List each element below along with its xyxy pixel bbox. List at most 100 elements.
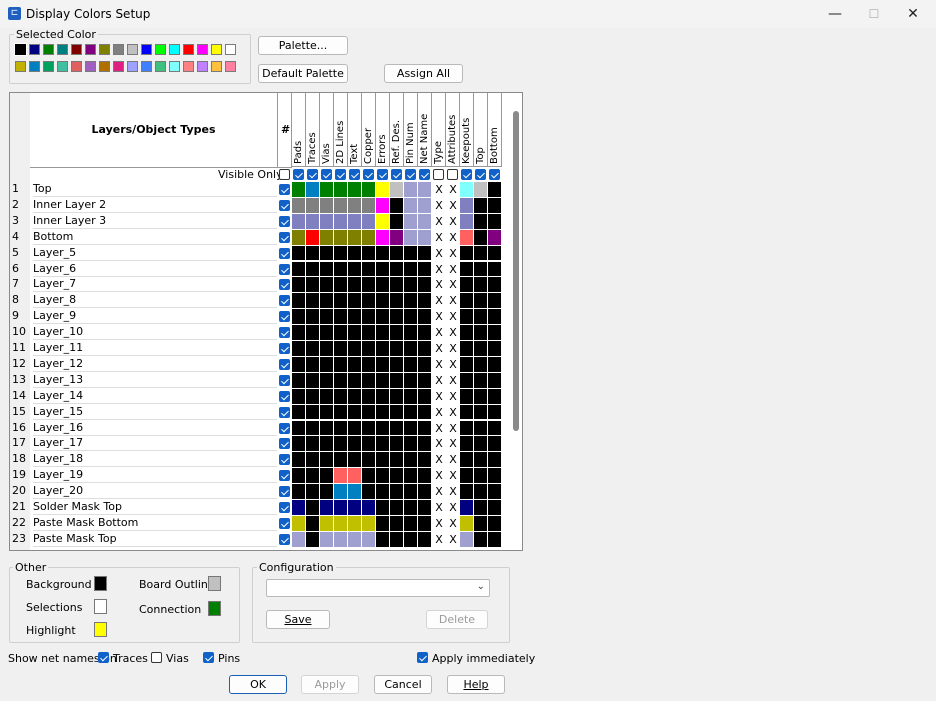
color-cell[interactable]: [306, 356, 320, 373]
color-cell[interactable]: [348, 277, 362, 294]
color-cell[interactable]: [376, 182, 390, 198]
palette-swatch[interactable]: [211, 44, 222, 55]
color-cell[interactable]: [474, 500, 488, 516]
color-cell[interactable]: [404, 325, 418, 341]
color-cell[interactable]: [376, 515, 390, 532]
layer-visible-checkbox[interactable]: [279, 438, 290, 450]
color-cell[interactable]: [376, 277, 390, 294]
color-cell[interactable]: [474, 229, 488, 246]
color-cell[interactable]: [320, 420, 334, 437]
color-cell[interactable]: [460, 229, 474, 246]
color-cell[interactable]: [306, 309, 320, 326]
color-cell[interactable]: [474, 293, 488, 310]
column-visible-checkbox[interactable]: [377, 169, 388, 180]
color-cell[interactable]: [418, 372, 432, 389]
color-cell[interactable]: [404, 277, 418, 294]
layer-visible-checkbox[interactable]: [279, 470, 290, 482]
color-cell[interactable]: [348, 309, 362, 326]
color-cell[interactable]: [460, 515, 474, 532]
palette-swatch[interactable]: [155, 61, 166, 72]
color-cell[interactable]: [292, 277, 306, 294]
visible-only-checkbox[interactable]: [279, 169, 290, 180]
color-cell[interactable]: [320, 213, 334, 230]
color-cell[interactable]: [292, 245, 306, 262]
color-cell[interactable]: [362, 261, 376, 278]
delete-button[interactable]: Delete: [426, 610, 488, 629]
color-cell[interactable]: [488, 309, 502, 326]
color-cell[interactable]: [404, 436, 418, 453]
color-cell[interactable]: [348, 388, 362, 405]
color-cell[interactable]: [460, 500, 474, 516]
column-visible-checkbox[interactable]: [335, 169, 346, 180]
color-cell[interactable]: [488, 277, 502, 294]
color-cell[interactable]: [390, 515, 404, 532]
color-cell[interactable]: [474, 436, 488, 453]
color-cell[interactable]: [348, 341, 362, 357]
color-cell[interactable]: [404, 500, 418, 516]
color-cell[interactable]: [292, 229, 306, 246]
color-cell[interactable]: [376, 261, 390, 278]
color-cell[interactable]: [488, 515, 502, 532]
color-cell[interactable]: [474, 484, 488, 500]
color-cell[interactable]: [404, 213, 418, 230]
color-cell[interactable]: [404, 452, 418, 469]
color-cell[interactable]: [362, 452, 376, 469]
color-cell[interactable]: [474, 420, 488, 437]
color-cell[interactable]: [460, 531, 474, 548]
color-cell[interactable]: [362, 436, 376, 453]
connection-color-swatch[interactable]: [208, 601, 221, 616]
color-cell[interactable]: [362, 356, 376, 373]
color-cell[interactable]: [292, 372, 306, 389]
background-color-swatch[interactable]: [94, 576, 107, 591]
color-cell[interactable]: [292, 484, 306, 500]
color-cell[interactable]: [488, 452, 502, 469]
color-cell[interactable]: [488, 436, 502, 453]
color-cell[interactable]: [390, 436, 404, 453]
color-cell[interactable]: [376, 325, 390, 341]
column-visible-checkbox[interactable]: [293, 169, 304, 180]
color-cell[interactable]: [362, 245, 376, 262]
color-cell[interactable]: [418, 325, 432, 341]
color-cell[interactable]: [334, 213, 348, 230]
color-cell[interactable]: [390, 341, 404, 357]
board-outline-color-swatch[interactable]: [208, 576, 221, 591]
layer-visible-checkbox[interactable]: [279, 311, 290, 323]
color-cell[interactable]: [334, 531, 348, 548]
color-cell[interactable]: [460, 404, 474, 421]
color-cell[interactable]: [474, 277, 488, 294]
color-cell[interactable]: [488, 325, 502, 341]
palette-swatch[interactable]: [225, 44, 236, 55]
color-cell[interactable]: [418, 197, 432, 214]
color-cell[interactable]: [418, 468, 432, 485]
color-cell[interactable]: [376, 452, 390, 469]
palette-swatch[interactable]: [85, 44, 96, 55]
color-cell[interactable]: [348, 229, 362, 246]
color-cell[interactable]: [488, 229, 502, 246]
palette-swatch[interactable]: [197, 61, 208, 72]
column-visible-checkbox[interactable]: [363, 169, 374, 180]
color-cell[interactable]: [320, 245, 334, 262]
palette-swatch[interactable]: [43, 44, 54, 55]
palette-swatch[interactable]: [29, 44, 40, 55]
color-cell[interactable]: [474, 515, 488, 532]
color-cell[interactable]: [334, 229, 348, 246]
color-cell[interactable]: [348, 531, 362, 548]
color-cell[interactable]: [376, 484, 390, 500]
vias-checkbox[interactable]: [151, 652, 162, 663]
color-cell[interactable]: [418, 420, 432, 437]
color-cell[interactable]: [334, 500, 348, 516]
color-cell[interactable]: [390, 531, 404, 548]
color-cell[interactable]: [334, 197, 348, 214]
palette-swatch[interactable]: [141, 61, 152, 72]
color-cell[interactable]: [460, 197, 474, 214]
color-cell[interactable]: [474, 404, 488, 421]
column-visible-checkbox[interactable]: [349, 169, 360, 180]
layer-visible-checkbox[interactable]: [279, 247, 290, 259]
ok-button[interactable]: OK: [229, 675, 287, 694]
color-cell[interactable]: [488, 468, 502, 485]
color-cell[interactable]: [334, 452, 348, 469]
color-cell[interactable]: [362, 182, 376, 198]
color-cell[interactable]: [390, 277, 404, 294]
color-cell[interactable]: [320, 277, 334, 294]
color-cell[interactable]: [348, 515, 362, 532]
